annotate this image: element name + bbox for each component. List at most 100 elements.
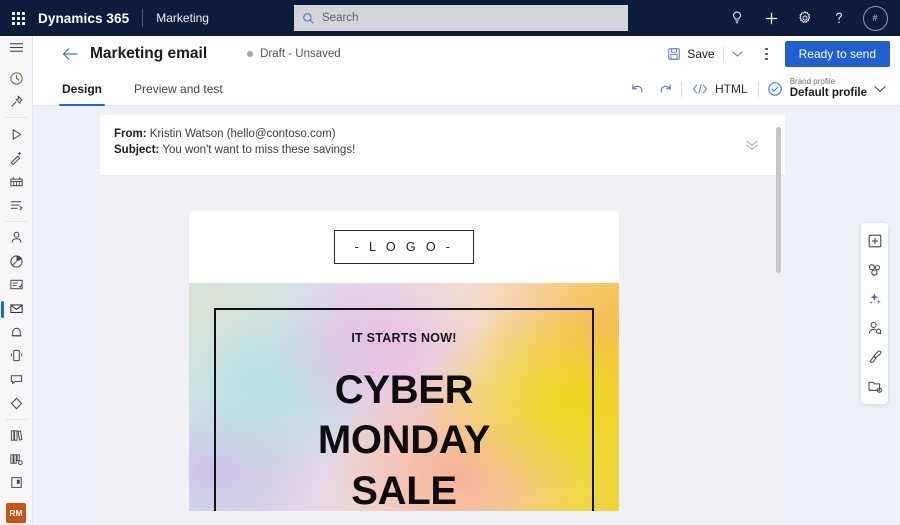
app-name-label[interactable]: Marketing <box>156 11 209 25</box>
person-icon <box>9 230 24 245</box>
html-label: HTML <box>715 82 748 96</box>
sidebar-item-content[interactable] <box>0 471 33 495</box>
redo-button[interactable] <box>651 75 679 103</box>
play-icon <box>9 127 24 142</box>
email-from-row: From: Kristin Watson (hello@contoso.com) <box>114 115 785 140</box>
segment-pie-icon <box>9 254 24 269</box>
sidebar-item-templates[interactable] <box>0 447 33 471</box>
brand-profile-selector[interactable]: Brand profile Default profile <box>761 76 890 102</box>
undo-button[interactable] <box>623 75 651 103</box>
sidebar-item-forms[interactable] <box>0 273 33 297</box>
email-header-panel: From: Kristin Watson (hello@contoso.com)… <box>100 115 785 176</box>
global-search[interactable]: Search <box>294 5 628 31</box>
email-icon <box>9 301 24 316</box>
sidebar-item-events[interactable] <box>0 170 33 194</box>
ai-sparkle-icon[interactable] <box>862 286 887 312</box>
status-dot-icon <box>247 51 254 57</box>
back-button[interactable] <box>55 39 85 69</box>
top-nav-actions: # <box>720 0 894 36</box>
plus-icon[interactable] <box>754 0 788 36</box>
brand-profile-value: Default profile <box>789 87 867 100</box>
recent-clock-icon <box>9 71 24 86</box>
question-icon[interactable] <box>822 0 856 36</box>
user-avatar-button[interactable]: # <box>856 0 894 36</box>
brand-divider <box>142 9 144 27</box>
rail-divider-2 <box>5 220 27 222</box>
dynamics-marketing-email-editor: Dynamics 365 Marketing Search # RM Marke… <box>0 0 900 525</box>
undo-icon <box>630 82 645 97</box>
toolbar-divider-1 <box>681 81 683 97</box>
sidebar-item-menu[interactable] <box>0 36 33 60</box>
email-document: From: Kristin Watson (hello@contoso.com)… <box>100 115 785 525</box>
command-bar: Marketing email Draft - Unsaved Save Rea… <box>33 36 900 72</box>
personalization-icon[interactable] <box>862 315 887 341</box>
save-button[interactable]: Save <box>661 43 720 65</box>
document-scrollbar[interactable] <box>775 119 782 521</box>
sidebar-item-custom-channels[interactable] <box>0 368 33 392</box>
sidebar-item-journey-flow[interactable] <box>0 193 33 217</box>
save-label: Save <box>687 47 715 61</box>
hero-kicker-text: IT STARTS NOW! <box>351 331 457 345</box>
page-title: Marketing email <box>90 45 208 62</box>
sidebar-item-library[interactable] <box>0 424 33 448</box>
tab-bar-actions: HTML Brand profile Default profile <box>623 72 890 106</box>
tab-preview-and-test[interactable]: Preview and test <box>131 72 226 106</box>
sidebar-item-recent[interactable] <box>0 66 33 90</box>
left-navigation-rail: RM <box>0 36 33 525</box>
save-options-button[interactable] <box>726 46 749 62</box>
lightbulb-icon[interactable] <box>720 0 754 36</box>
hero-line-1: CYBER <box>334 368 474 412</box>
more-commands-button[interactable] <box>755 41 779 67</box>
gear-icon[interactable] <box>788 0 822 36</box>
sidebar-item-journeys-play[interactable] <box>0 122 33 146</box>
assets-icon[interactable] <box>862 373 887 399</box>
collapse-header-button[interactable] <box>743 136 761 154</box>
tab-design[interactable]: Design <box>59 72 106 106</box>
brand-check-icon <box>767 81 783 97</box>
logo-placeholder[interactable]: - L O G O - <box>333 230 475 264</box>
styles-brush-icon[interactable] <box>862 344 887 370</box>
email-editor-canvas: From: Kristin Watson (hello@contoso.com)… <box>33 106 900 525</box>
templates-icon <box>9 452 24 467</box>
email-design-surface[interactable]: - L O G O - IT STARTS NOW! CYBER MONDAY … <box>100 176 785 525</box>
add-element-icon[interactable] <box>862 228 887 254</box>
more-vertical-icon <box>765 47 768 61</box>
email-from-value[interactable]: Kristin Watson (hello@contoso.com) <box>150 128 336 140</box>
hero-image-block[interactable]: IT STARTS NOW! CYBER MONDAY SALE <box>189 283 619 511</box>
diamond-icon <box>9 396 24 411</box>
brand-name[interactable]: Dynamics 365 <box>38 11 129 26</box>
arrow-left-icon <box>62 47 79 61</box>
layouts-icon[interactable] <box>862 257 887 283</box>
search-input-placeholder: Search <box>322 12 359 24</box>
html-button[interactable]: HTML <box>684 78 756 100</box>
clipboard-icon <box>9 475 24 490</box>
status-text: Draft - Unsaved <box>260 48 341 60</box>
rm-badge-label: RM <box>6 503 26 524</box>
logo-block[interactable]: - L O G O - <box>189 211 619 283</box>
sidebar-item-emails[interactable] <box>0 297 33 321</box>
hamburger-menu-icon <box>9 41 24 54</box>
search-icon <box>302 12 315 25</box>
sidebar-item-customers[interactable] <box>0 226 33 250</box>
email-from-label: From: <box>114 128 147 140</box>
push-notification-icon <box>9 325 24 340</box>
app-launcher-button[interactable] <box>0 0 36 36</box>
sidebar-item-pinned[interactable] <box>0 90 33 114</box>
brand-profile-caption: Brand profile <box>789 77 836 87</box>
sidebar-item-segments[interactable] <box>0 249 33 273</box>
command-bar-actions: Save Ready to send <box>661 36 890 72</box>
ready-to-send-button[interactable]: Ready to send <box>784 41 890 67</box>
form-icon <box>9 277 24 292</box>
chevron-double-down-icon <box>745 138 759 152</box>
email-subject-value[interactable]: You won't want to miss these savings! <box>162 144 355 156</box>
chevron-down-icon <box>874 85 886 93</box>
code-brackets-icon <box>692 83 708 95</box>
sidebar-item-assets[interactable] <box>0 391 33 415</box>
sidebar-item-realtime[interactable] <box>0 146 33 170</box>
document-scrollbar-thumb[interactable] <box>776 127 781 273</box>
environment-badge[interactable]: RM <box>0 501 33 525</box>
sidebar-item-push-notifications[interactable] <box>0 320 33 344</box>
sidebar-item-text-messages[interactable] <box>0 344 33 368</box>
email-content-container[interactable]: - L O G O - IT STARTS NOW! CYBER MONDAY … <box>189 211 619 511</box>
email-subject-label: Subject: <box>114 144 160 156</box>
